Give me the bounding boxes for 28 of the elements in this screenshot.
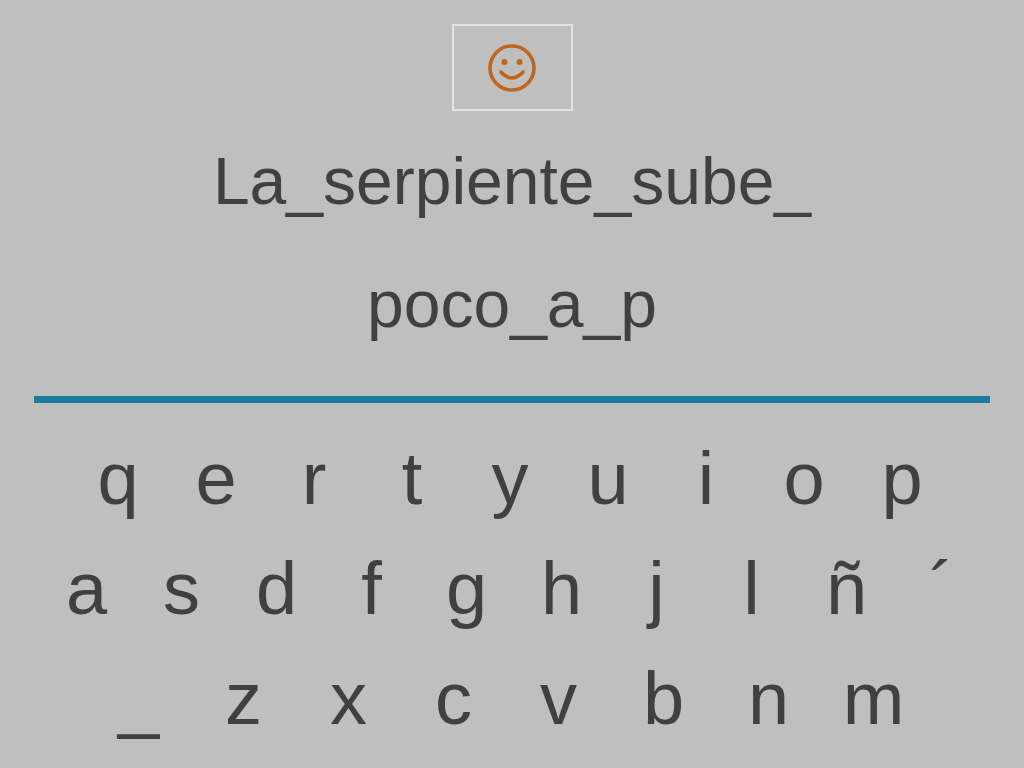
smiley-icon [486, 41, 538, 94]
letter-key[interactable]: j [609, 549, 704, 629]
letter-key[interactable]: o [755, 439, 853, 519]
letter-key[interactable]: n [716, 659, 821, 739]
letter-key[interactable]: e [167, 439, 265, 519]
letter-key[interactable]: g [419, 549, 514, 629]
letter-key[interactable]: b [611, 659, 716, 739]
letter-key[interactable]: c [401, 659, 506, 739]
letter-key[interactable]: z [191, 659, 296, 739]
letter-key[interactable]: s [134, 549, 229, 629]
letter-key[interactable]: a [39, 549, 134, 629]
letter-key[interactable]: _ [86, 659, 191, 739]
letter-key[interactable]: y [461, 439, 559, 519]
letter-key[interactable]: m [821, 659, 926, 739]
letter-key[interactable]: r [265, 439, 363, 519]
letter-key[interactable]: d [229, 549, 324, 629]
letter-key[interactable]: v [506, 659, 611, 739]
letter-key[interactable]: q [69, 439, 167, 519]
letter-key[interactable]: p [853, 439, 951, 519]
letter-key[interactable]: t [363, 439, 461, 519]
letter-key[interactable]: h [514, 549, 609, 629]
letter-key[interactable]: ñ [799, 549, 894, 629]
letter-key[interactable]: ´ [894, 549, 989, 629]
letter-key[interactable]: x [296, 659, 401, 739]
letter-key[interactable]: l [704, 549, 799, 629]
letter-key[interactable]: i [657, 439, 755, 519]
letter-key[interactable]: u [559, 439, 657, 519]
letter-key[interactable]: f [324, 549, 419, 629]
